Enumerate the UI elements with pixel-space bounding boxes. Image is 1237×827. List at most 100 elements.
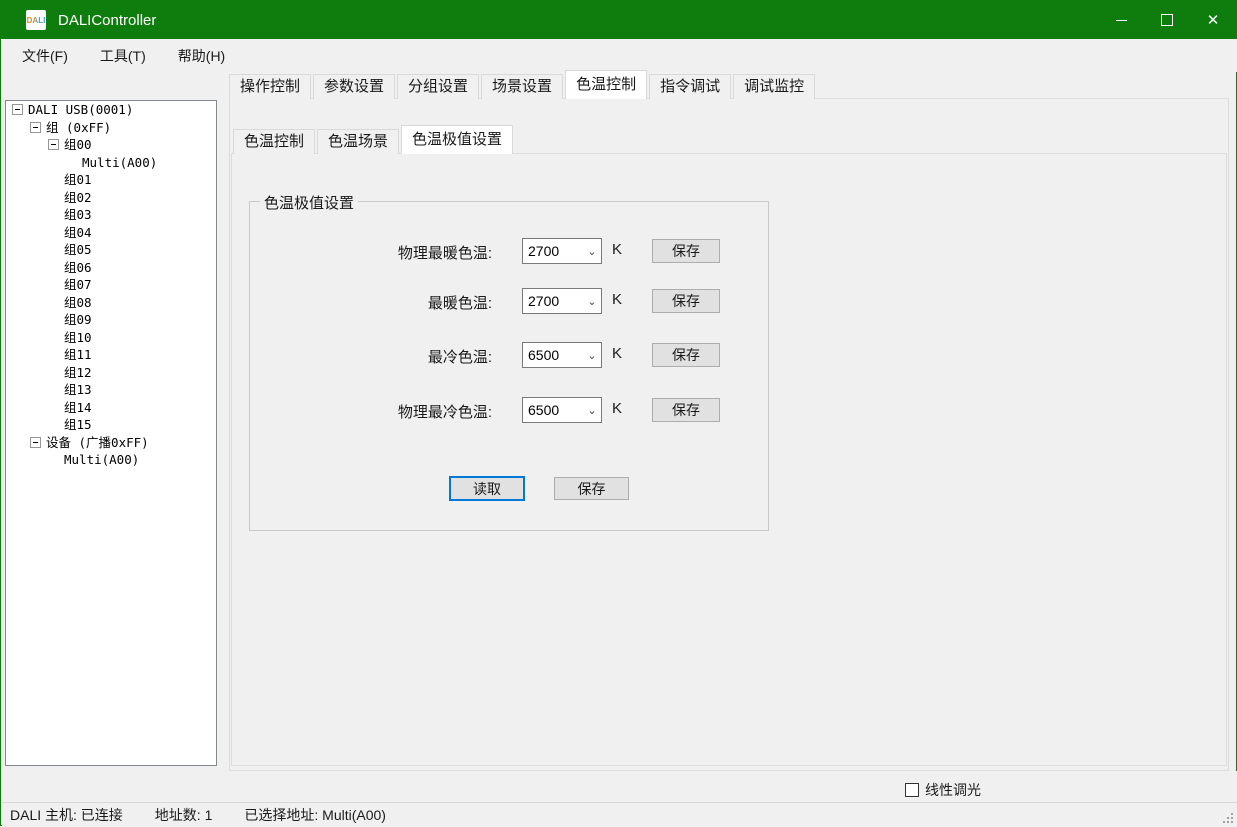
tree-leaf-spacer bbox=[48, 171, 64, 189]
tree-item[interactable]: DALI USB(0001) bbox=[6, 101, 216, 119]
cct-value-combobox[interactable]: 6500⌄ bbox=[522, 342, 602, 368]
cct-limits-groupbox: 色温极值设置 物理最暖色温:2700⌄K保存最暖色温:2700⌄K保存最冷色温:… bbox=[249, 201, 769, 531]
tree-item-label: 组02 bbox=[64, 189, 92, 206]
tree-item[interactable]: 组00 bbox=[6, 136, 216, 154]
tab-sub-0[interactable]: 色温控制 bbox=[233, 129, 315, 154]
menu-item-2[interactable]: 帮助(H) bbox=[166, 40, 237, 72]
kelvin-unit-label: K bbox=[612, 241, 622, 258]
cct-form-row: 最冷色温:6500⌄K保存 bbox=[250, 342, 768, 368]
read-button[interactable]: 读取 bbox=[449, 476, 525, 501]
tree-item[interactable]: 组07 bbox=[6, 276, 216, 294]
cct-value-combobox[interactable]: 2700⌄ bbox=[522, 238, 602, 264]
cct-combobox-value: 6500 bbox=[523, 347, 583, 363]
tree-item[interactable]: 组02 bbox=[6, 189, 216, 207]
menu-item-0[interactable]: 文件(F) bbox=[10, 40, 80, 72]
chevron-down-icon[interactable]: ⌄ bbox=[583, 295, 601, 308]
tree-item[interactable]: 组04 bbox=[6, 224, 216, 242]
tree-collapse-icon[interactable] bbox=[30, 122, 41, 133]
tab-sub-2[interactable]: 色温极值设置 bbox=[401, 125, 513, 154]
tree-item-label: 组01 bbox=[64, 171, 92, 188]
tree-item[interactable]: 组11 bbox=[6, 346, 216, 364]
tree-item[interactable]: 组15 bbox=[6, 416, 216, 434]
linear-dimming-label: 线性调光 bbox=[925, 780, 981, 800]
tree-leaf-spacer bbox=[48, 451, 64, 469]
cct-row-save-button[interactable]: 保存 bbox=[652, 289, 720, 313]
close-button[interactable]: ✕ bbox=[1190, 1, 1236, 39]
maximize-icon bbox=[1161, 14, 1173, 26]
tree-indent bbox=[6, 259, 48, 277]
cct-row-save-button[interactable]: 保存 bbox=[652, 398, 720, 422]
cct-value-combobox[interactable]: 6500⌄ bbox=[522, 397, 602, 423]
maximize-button[interactable] bbox=[1144, 1, 1190, 39]
cct-form-row: 最暖色温:2700⌄K保存 bbox=[250, 288, 768, 314]
tree-collapse-icon[interactable] bbox=[48, 139, 59, 150]
tree-item[interactable]: 组14 bbox=[6, 399, 216, 417]
sub-tab-strip: 色温控制色温场景色温极值设置 bbox=[233, 130, 515, 154]
chevron-down-icon[interactable]: ⌄ bbox=[583, 245, 601, 258]
cct-row-save-button[interactable]: 保存 bbox=[652, 239, 720, 263]
tab-main-3[interactable]: 场景设置 bbox=[481, 74, 563, 99]
linear-dimming-option[interactable]: 线性调光 bbox=[905, 780, 981, 800]
tree-item[interactable]: 组08 bbox=[6, 294, 216, 312]
tree-item[interactable]: 组05 bbox=[6, 241, 216, 259]
tab-main-5[interactable]: 指令调试 bbox=[649, 74, 731, 99]
tree-item[interactable]: 组06 bbox=[6, 259, 216, 277]
tab-main-2[interactable]: 分组设置 bbox=[397, 74, 479, 99]
tree-leaf-spacer bbox=[48, 399, 64, 417]
linear-dimming-checkbox[interactable] bbox=[905, 783, 919, 797]
tree-leaf-spacer bbox=[48, 189, 64, 207]
tree-indent bbox=[6, 189, 48, 207]
menu-bar: 文件(F)工具(T)帮助(H) bbox=[2, 39, 1237, 72]
tab-sub-1[interactable]: 色温场景 bbox=[317, 129, 399, 154]
tree-item-label: 组09 bbox=[64, 311, 92, 328]
tree-item[interactable]: 组12 bbox=[6, 364, 216, 382]
tab-main-6[interactable]: 调试监控 bbox=[733, 74, 815, 99]
chevron-down-icon[interactable]: ⌄ bbox=[583, 404, 601, 417]
minimize-icon bbox=[1116, 20, 1127, 21]
status-bar: DALI 主机: 已连接 地址数: 1 已选择地址: Multi(A00) bbox=[2, 802, 1237, 827]
tab-main-1[interactable]: 参数设置 bbox=[313, 74, 395, 99]
tree-item[interactable]: Multi(A00) bbox=[6, 451, 216, 469]
tree-leaf-spacer bbox=[48, 241, 64, 259]
footer-area: 线性调光 bbox=[2, 771, 1237, 802]
tree-leaf-spacer bbox=[48, 224, 64, 242]
groupbox-title: 色温极值设置 bbox=[260, 192, 358, 213]
tree-item-label: 组07 bbox=[64, 276, 92, 293]
chevron-down-icon[interactable]: ⌄ bbox=[583, 349, 601, 362]
cct-row-save-button[interactable]: 保存 bbox=[652, 343, 720, 367]
tab-main-4[interactable]: 色温控制 bbox=[565, 70, 647, 99]
tree-item-label: 组03 bbox=[64, 206, 92, 223]
tree-leaf-spacer bbox=[48, 364, 64, 382]
tree-item-label: 组08 bbox=[64, 294, 92, 311]
tree-item[interactable]: 组09 bbox=[6, 311, 216, 329]
menu-item-1[interactable]: 工具(T) bbox=[88, 40, 158, 72]
tree-indent bbox=[6, 276, 48, 294]
tree-leaf-spacer bbox=[48, 294, 64, 312]
tree-indent bbox=[6, 381, 48, 399]
tab-main-0[interactable]: 操作控制 bbox=[229, 74, 311, 99]
cct-row-label: 物理最冷色温: bbox=[250, 401, 492, 422]
tree-indent bbox=[6, 224, 48, 242]
cct-value-combobox[interactable]: 2700⌄ bbox=[522, 288, 602, 314]
tree-collapse-icon[interactable] bbox=[12, 104, 23, 115]
tree-item-label: 组00 bbox=[64, 136, 92, 153]
tree-item[interactable]: 组01 bbox=[6, 171, 216, 189]
tree-indent bbox=[6, 346, 48, 364]
tree-indent bbox=[6, 294, 48, 312]
tree-item-label: 组05 bbox=[64, 241, 92, 258]
minimize-button[interactable] bbox=[1098, 1, 1144, 39]
cct-row-label: 最冷色温: bbox=[250, 346, 492, 367]
resize-grip[interactable] bbox=[1221, 811, 1233, 823]
tree-collapse-icon[interactable] bbox=[30, 437, 41, 448]
tree-item-label: 组13 bbox=[64, 381, 92, 398]
tree-item[interactable]: 组03 bbox=[6, 206, 216, 224]
cct-form-row: 物理最冷色温:6500⌄K保存 bbox=[250, 397, 768, 423]
tree-item[interactable]: 组13 bbox=[6, 381, 216, 399]
tree-item[interactable]: 组10 bbox=[6, 329, 216, 347]
tree-item[interactable]: Multi(A00) bbox=[6, 154, 216, 172]
status-address-count: 地址数: 1 bbox=[155, 805, 213, 825]
tree-item[interactable]: 组 (0xFF) bbox=[6, 119, 216, 137]
tree-item[interactable]: 设备 (广播0xFF) bbox=[6, 434, 216, 452]
app-window: DALI DALIController ✕ 文件(F)工具(T)帮助(H) DA… bbox=[0, 0, 1237, 826]
save-all-button[interactable]: 保存 bbox=[554, 477, 629, 500]
